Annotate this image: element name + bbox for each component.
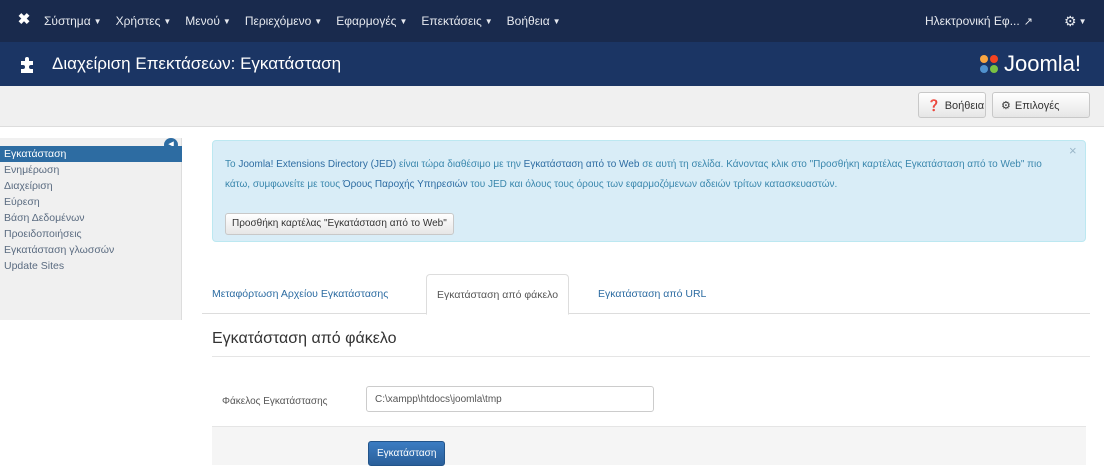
caret-down-icon: ▼ xyxy=(399,17,408,26)
settings-dropdown[interactable]: ⚙ ▼ xyxy=(1064,0,1086,43)
menu-extensions[interactable]: Επεκτάσεις ▼ xyxy=(421,0,492,42)
sidebar-item-warnings[interactable]: Προειδοποιήσεις xyxy=(0,226,182,242)
caret-down-icon: ▼ xyxy=(552,17,561,26)
caret-down-icon: ▼ xyxy=(1078,17,1087,26)
sidebar-item-languages[interactable]: Εγκατάσταση γλωσσών xyxy=(0,242,182,258)
site-link-label: Ηλεκτρονική Εφ... xyxy=(925,14,1020,28)
joomla-x-icon[interactable]: ✖ xyxy=(16,12,32,28)
brand-text: Joomla! xyxy=(1004,51,1082,76)
menu-help[interactable]: Βοήθεια ▼ xyxy=(507,0,561,42)
section-heading: Εγκατάσταση από φάκελο xyxy=(212,330,397,347)
sidebar-item-discover[interactable]: Εύρεση xyxy=(0,194,182,210)
menu-extensions-label: Επεκτάσεις xyxy=(421,14,482,28)
joomla-brand: Joomla! xyxy=(978,42,1081,86)
info-alert: Το Joomla! Extensions Directory (JED) εί… xyxy=(212,140,1086,242)
help-label: Βοήθεια xyxy=(944,100,985,112)
menu-system[interactable]: Σύστημα ▼ xyxy=(44,0,102,42)
alert-text-4: του JED και όλους τους όρους των εφαρμοζ… xyxy=(467,179,838,190)
options-button[interactable]: ⚙ Επιλογές xyxy=(992,92,1090,118)
alert-text-1: Το xyxy=(225,159,239,170)
menu-content[interactable]: Περιεχόμενο ▼ xyxy=(245,0,322,42)
menu-components-label: Εφαρμογές xyxy=(336,14,397,28)
gear-icon: ⚙ xyxy=(1001,100,1011,112)
install-directory-label: Φάκελος Εγκατάστασης xyxy=(222,396,328,407)
menu-menus[interactable]: Μενού ▼ xyxy=(185,0,231,42)
toolbar: ❓ Βοήθεια ⚙ Επιλογές xyxy=(0,86,1104,127)
install-from-web-link[interactable]: Εγκατάσταση από το Web xyxy=(524,159,640,170)
sidebar-item-database[interactable]: Βάση Δεδομένων xyxy=(0,210,182,226)
tab-install-from-folder[interactable]: Εγκατάσταση από φάκελο xyxy=(426,274,570,315)
caret-down-icon: ▼ xyxy=(163,17,172,26)
menu-components[interactable]: Εφαρμογές ▼ xyxy=(336,0,407,42)
joomla-logo-icon xyxy=(980,55,998,73)
menu-system-label: Σύστημα xyxy=(44,14,91,28)
menu-users[interactable]: Χρήστες ▼ xyxy=(116,0,172,42)
form-actions: Εγκατάσταση xyxy=(212,426,1086,466)
site-link[interactable]: Ηλεκτρονική Εφ... ↗ xyxy=(925,0,1033,43)
puzzle-icon xyxy=(21,57,33,73)
sidebar-item-manage[interactable]: Διαχείριση xyxy=(0,178,182,194)
gear-icon: ⚙ xyxy=(1064,13,1077,29)
install-tabs: Μεταφόρτωση Αρχείου Εγκατάστασης Εγκατάσ… xyxy=(202,274,1090,315)
options-label: Επιλογές xyxy=(1014,100,1060,112)
caret-down-icon: ▼ xyxy=(484,17,493,26)
question-icon: ❓ xyxy=(927,100,941,112)
jed-link[interactable]: Joomla! Extensions Directory (JED) xyxy=(238,159,396,170)
sidebar: ◂ Εγκατάσταση Ενημέρωση Διαχείριση Εύρεσ… xyxy=(0,138,182,320)
caret-down-icon: ▼ xyxy=(314,17,323,26)
caret-down-icon: ▼ xyxy=(222,17,231,26)
terms-of-service-link[interactable]: Όρους Παροχής Υπηρεσιών xyxy=(343,179,468,190)
sidebar-item-update-sites[interactable]: Update Sites xyxy=(0,258,182,274)
install-directory-input[interactable] xyxy=(366,386,654,412)
close-icon[interactable]: × xyxy=(1069,143,1077,158)
add-web-install-tab-button[interactable]: Προσθήκη καρτέλας "Εγκατάσταση από το We… xyxy=(225,213,454,235)
page-header: Διαχείριση Επεκτάσεων: Εγκατάσταση Jooml… xyxy=(0,42,1104,86)
menu-content-label: Περιεχόμενο xyxy=(244,14,312,28)
help-button[interactable]: ❓ Βοήθεια xyxy=(918,92,986,118)
page-title: Διαχείριση Επεκτάσεων: Εγκατάσταση xyxy=(52,54,342,73)
tab-install-from-url[interactable]: Εγκατάσταση από URL xyxy=(588,274,716,314)
section-divider xyxy=(212,356,1090,357)
alert-message: Το Joomla! Extensions Directory (JED) εί… xyxy=(225,155,1055,195)
sidebar-item-update[interactable]: Ενημέρωση xyxy=(0,162,182,178)
sidebar-nav: Εγκατάσταση Ενημέρωση Διαχείριση Εύρεση … xyxy=(0,146,182,274)
menu-users-label: Χρήστες xyxy=(115,14,161,28)
top-navbar: ✖ Σύστημα ▼ Χρήστες ▼ Μενού ▼ Περιεχόμενο ▼ … xyxy=(0,0,1104,42)
external-link-icon: ↗ xyxy=(1023,16,1033,28)
sidebar-item-install[interactable]: Εγκατάσταση xyxy=(0,146,182,162)
menu-menus-label: Μενού xyxy=(185,14,220,28)
tab-upload-package[interactable]: Μεταφόρτωση Αρχείου Εγκατάστασης xyxy=(202,274,398,314)
install-button[interactable]: Εγκατάσταση xyxy=(368,441,446,466)
alert-text-2: είναι τώρα διαθέσιμο με την xyxy=(396,159,524,170)
menu-help-label: Βοήθεια xyxy=(506,14,550,28)
caret-down-icon: ▼ xyxy=(93,17,102,26)
top-menu: Σύστημα ▼ Χρήστες ▼ Μενού ▼ Περιεχόμενο ▼ Εφ… xyxy=(44,0,575,42)
